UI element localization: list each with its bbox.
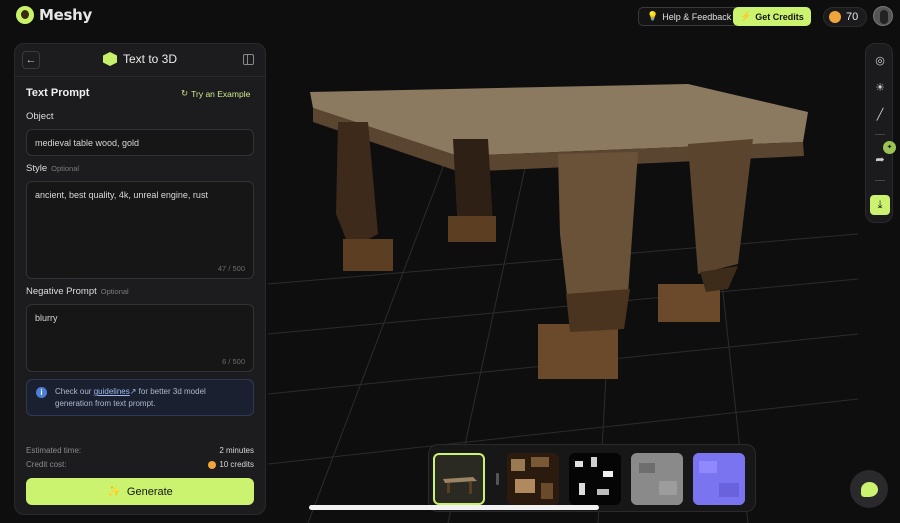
- style-label-text: Style: [26, 163, 48, 174]
- home-indicator[interactable]: [309, 505, 599, 510]
- estimated-time-value: 2 minutes: [219, 446, 254, 455]
- refresh-icon: ↻: [181, 88, 189, 98]
- info-text-pre: Check our: [55, 387, 94, 396]
- negative-prompt-textarea[interactable]: blurry 6 / 500: [26, 304, 254, 372]
- try-example-label: Try an Example: [191, 88, 251, 99]
- panel-header: ← Text to 3D: [15, 44, 265, 76]
- chat-support-button[interactable]: [850, 470, 888, 508]
- negative-prompt-label: Negative Prompt Optional: [26, 286, 129, 297]
- try-example-link[interactable]: ↻ Try an Example: [181, 88, 250, 99]
- guidelines-info-box: i Check our guidelines↗ for better 3d mo…: [26, 379, 254, 416]
- viewport-toolbar: ◎ ☀ ╱ ➦ ⤓: [865, 43, 893, 223]
- toolbar-divider: [875, 180, 885, 181]
- medieval-table-model: [310, 84, 808, 379]
- download-icon[interactable]: ⤓: [870, 195, 890, 215]
- texture-icon[interactable]: ╱: [870, 104, 890, 124]
- panel-title-text: Text to 3D: [123, 52, 178, 66]
- info-icon: i: [36, 387, 47, 398]
- meshy-logo-icon: [16, 6, 34, 24]
- negative-char-counter: 6 / 500: [222, 357, 245, 366]
- cube-icon: [103, 52, 117, 66]
- arrow-left-icon: ←: [25, 54, 37, 66]
- model-preview-thumbnail[interactable]: [433, 453, 485, 505]
- credit-cost-label: Credit cost:: [26, 460, 67, 469]
- camera-icon[interactable]: ◎: [870, 50, 890, 70]
- credit-cost-row: Credit cost: 10 credits: [26, 460, 254, 469]
- help-feedback-button[interactable]: 💡 Help & Feedback: [638, 7, 741, 26]
- roughness-map-thumbnail[interactable]: [631, 453, 683, 505]
- generate-button[interactable]: ✨ Generate: [26, 478, 254, 505]
- normal-map-icon: [693, 453, 745, 505]
- credit-balance[interactable]: 70: [823, 7, 867, 27]
- estimated-time-label: Estimated time:: [26, 446, 82, 455]
- object-input-value: medieval table wood, gold: [35, 138, 140, 148]
- normal-map-thumbnail[interactable]: [693, 453, 745, 505]
- metallic-map-icon: [569, 453, 621, 505]
- user-avatar[interactable]: [873, 6, 893, 26]
- guidelines-link[interactable]: guidelines: [94, 387, 130, 396]
- help-feedback-label: Help & Feedback: [662, 11, 732, 22]
- object-input[interactable]: medieval table wood, gold: [26, 129, 254, 156]
- lightning-icon: ⚡: [740, 11, 752, 21]
- negative-textarea-value: blurry: [35, 313, 58, 323]
- sparkle-icon: ✨: [107, 486, 121, 498]
- coin-icon: [829, 11, 841, 23]
- toolbar-divider: [875, 134, 885, 135]
- style-textarea[interactable]: ancient, best quality, 4k, unreal engine…: [26, 181, 254, 279]
- texture-thumbnail-strip: [428, 444, 756, 512]
- base-color-map-thumbnail[interactable]: [507, 453, 559, 505]
- strip-drag-handle[interactable]: [496, 473, 499, 485]
- coin-icon: [208, 460, 217, 469]
- credit-balance-value: 70: [846, 11, 859, 23]
- back-button[interactable]: ←: [22, 51, 40, 69]
- panel-title: Text to 3D: [103, 52, 177, 66]
- style-textarea-value: ancient, best quality, 4k, unreal engine…: [35, 190, 208, 200]
- estimated-time-row: Estimated time: 2 minutes: [26, 446, 254, 455]
- chat-icon: [860, 481, 878, 497]
- section-title: Text Prompt: [26, 87, 90, 99]
- get-credits-button[interactable]: ⚡ Get Credits: [733, 7, 811, 26]
- get-credits-label: Get Credits: [755, 11, 804, 22]
- style-optional-tag: Optional: [51, 164, 80, 173]
- roughness-map-icon: [631, 453, 683, 505]
- text-to-3d-panel: ← Text to 3D Text Prompt ↻ Try an Exampl…: [14, 43, 266, 515]
- meshy-logo[interactable]: Meshy: [16, 6, 92, 24]
- credit-cost-value: 10 credits: [219, 460, 254, 469]
- object-label: Object: [26, 111, 54, 122]
- base-color-map-icon: [507, 453, 559, 505]
- app-name: Meshy: [39, 6, 92, 24]
- table-thumbnail-icon: [443, 477, 477, 494]
- light-icon[interactable]: ☀: [870, 77, 890, 97]
- top-bar: Meshy 💡 Help & Feedback ⚡ Get Credits 70: [0, 0, 900, 34]
- credit-cost: 10 credits: [208, 460, 254, 469]
- lightbulb-icon: 💡: [647, 11, 659, 21]
- negative-label-text: Negative Prompt: [26, 286, 97, 297]
- style-label: Style Optional: [26, 163, 79, 174]
- negative-optional-tag: Optional: [100, 287, 129, 296]
- style-char-counter: 47 / 500: [217, 264, 245, 273]
- collapse-panel-icon[interactable]: [243, 54, 254, 65]
- header-divider: [15, 76, 265, 77]
- metallic-map-thumbnail[interactable]: [569, 453, 621, 505]
- generate-label: Generate: [126, 485, 173, 498]
- gift-icon[interactable]: ✦: [883, 141, 896, 154]
